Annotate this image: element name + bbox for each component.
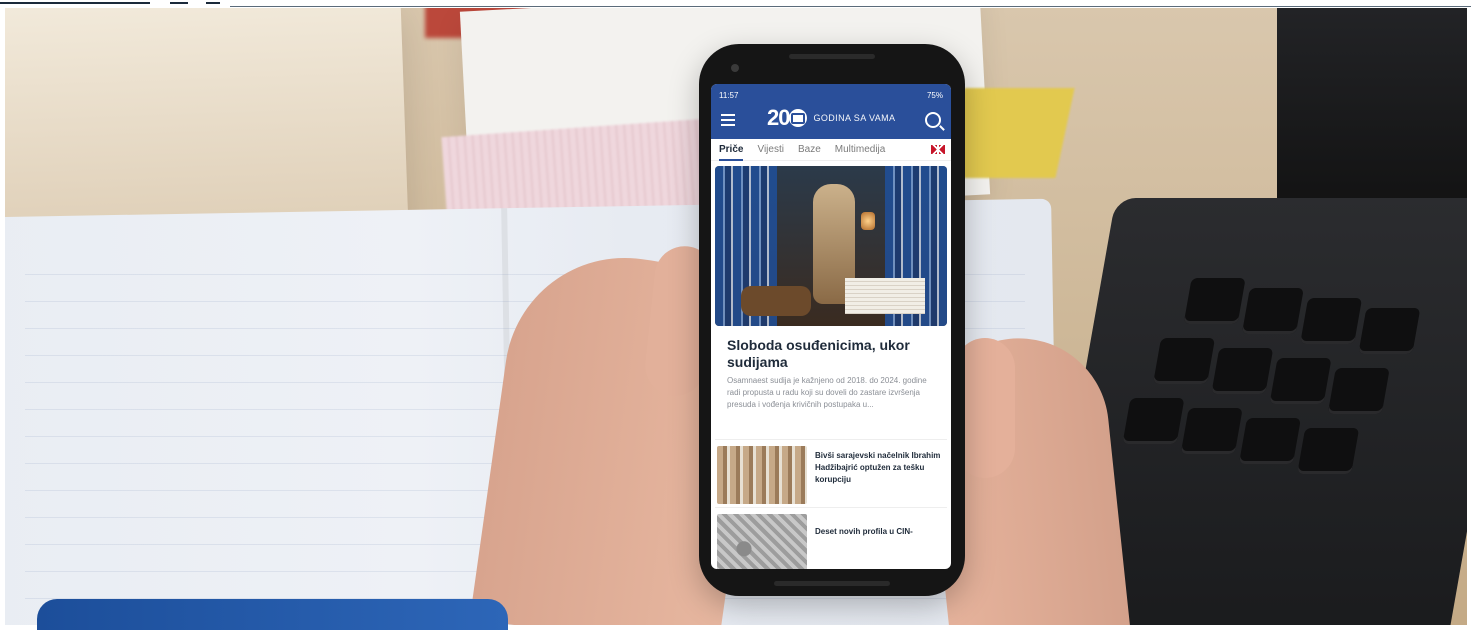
keyboard-key xyxy=(1358,308,1421,354)
keyboard-key xyxy=(1211,348,1274,394)
status-bar: 11:57 75% xyxy=(719,90,943,100)
brand-logo[interactable]: 20 GODINA SA VAMA xyxy=(767,107,895,129)
laptop-screen xyxy=(1277,8,1467,228)
list-item-thumbnail xyxy=(717,514,807,569)
list-item-title[interactable]: Deset novih profila u CIN- xyxy=(815,526,943,538)
keyboard-key xyxy=(1122,398,1185,444)
featured-article-title[interactable]: Sloboda osuđenicima, ukor sudijama xyxy=(727,337,937,371)
keyboard-key xyxy=(1238,418,1301,464)
tab-price[interactable]: Priče xyxy=(719,144,744,161)
uk-flag-icon[interactable] xyxy=(931,145,945,154)
list-item-title[interactable]: Bivši sarajevski načelnik Ibrahim Hadžib… xyxy=(815,450,943,486)
keyboard-key xyxy=(1180,408,1243,454)
keyboard-key xyxy=(1241,288,1304,334)
smartphone: 11:57 75% 20 GODINA SA VAMA Priče Vijest… xyxy=(699,44,965,596)
bottom-speaker xyxy=(774,581,890,586)
keyboard-key xyxy=(1183,278,1246,324)
brand-number: 20 xyxy=(767,105,791,130)
logo-mark-icon xyxy=(789,109,808,127)
top-border-segment xyxy=(206,2,220,4)
tab-multimedija[interactable]: Multimedija xyxy=(835,144,886,155)
top-border xyxy=(0,0,1471,8)
list-item[interactable]: Bivši sarajevski načelnik Ibrahim Hadžib… xyxy=(715,439,947,506)
phone-screen: 11:57 75% 20 GODINA SA VAMA Priče Vijest… xyxy=(711,84,951,569)
top-border-line xyxy=(230,6,1471,7)
search-icon[interactable] xyxy=(925,112,941,128)
list-item[interactable]: Deset novih profila u CIN- xyxy=(715,507,947,569)
list-item-thumbnail xyxy=(717,446,807,504)
hero-photo: 11:57 75% 20 GODINA SA VAMA Priče Vijest… xyxy=(5,8,1467,625)
keyboard-key xyxy=(1152,338,1216,384)
featured-article-image[interactable] xyxy=(715,166,947,326)
front-camera xyxy=(731,64,739,72)
image-papers xyxy=(845,278,925,314)
keyboard-key xyxy=(1327,368,1390,414)
top-border-segment xyxy=(0,2,150,4)
brand-tagline: GODINA SA VAMA xyxy=(813,113,896,123)
news-feed: Sloboda osuđenicima, ukor sudijama Osamn… xyxy=(711,162,951,569)
keyboard-key xyxy=(1269,358,1332,404)
keyboard-key xyxy=(1297,428,1360,474)
tab-vijesti[interactable]: Vijesti xyxy=(757,144,784,155)
featured-article-excerpt: Osamnaest sudija je kažnjeno od 2018. do… xyxy=(727,376,927,409)
status-battery: 75% xyxy=(926,90,943,100)
app-header: 11:57 75% 20 GODINA SA VAMA xyxy=(711,84,951,139)
status-time: 11:57 xyxy=(719,90,739,100)
image-lantern xyxy=(861,212,875,230)
keyboard-key xyxy=(1300,298,1363,344)
earpiece-speaker xyxy=(789,54,875,59)
menu-icon[interactable] xyxy=(721,114,735,126)
blue-banner xyxy=(37,599,508,630)
top-border-segment xyxy=(170,2,188,4)
section-tabs: Priče Vijesti Baze Multimedija xyxy=(711,139,951,161)
tab-baze[interactable]: Baze xyxy=(798,144,821,155)
image-gavel xyxy=(741,286,811,316)
